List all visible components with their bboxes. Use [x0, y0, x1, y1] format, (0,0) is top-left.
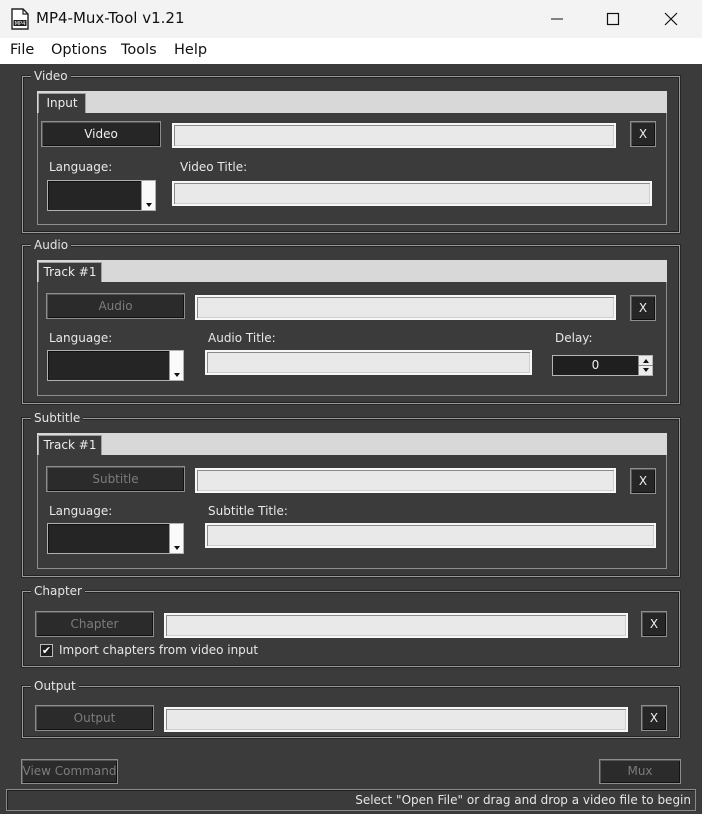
- menu-options[interactable]: Options: [51, 42, 107, 58]
- subtitle-tab-strip: Track #1: [37, 433, 667, 455]
- video-title-field[interactable]: [172, 181, 652, 206]
- subtitle-clear-button[interactable]: X: [630, 468, 656, 494]
- audio-delay-label: Delay:: [555, 331, 593, 345]
- audio-button[interactable]: Audio: [46, 293, 185, 319]
- title-bar: MP4 MP4-Mux-Tool v1.21: [0, 0, 702, 38]
- audio-group: Audio Track #1 Audio X Language: Audio T…: [22, 237, 680, 404]
- mp4-file-icon: MP4: [11, 8, 29, 30]
- tab-input[interactable]: Input: [38, 93, 86, 113]
- audio-group-label: Audio: [31, 237, 72, 253]
- chevron-down-icon: [169, 351, 183, 380]
- svg-text:MP4: MP4: [15, 21, 26, 27]
- audio-language-label: Language:: [49, 331, 113, 345]
- output-group-label: Output: [31, 678, 79, 694]
- subtitle-path-field[interactable]: [195, 468, 616, 493]
- audio-delay-stepper[interactable]: 0: [552, 355, 653, 376]
- main-window-body: Video Input Video X Language: Video Titl…: [0, 64, 702, 814]
- maximize-icon: [606, 12, 620, 26]
- video-language-label: Language:: [49, 160, 113, 174]
- subtitle-button[interactable]: Subtitle: [46, 466, 185, 492]
- maximize-button[interactable]: [590, 0, 636, 38]
- video-button[interactable]: Video: [41, 121, 161, 147]
- view-command-button[interactable]: View Command: [21, 759, 118, 784]
- close-icon: [664, 12, 678, 26]
- mux-button[interactable]: Mux: [599, 759, 681, 784]
- chapter-group: Chapter Chapter X ✔ Import chapters from…: [22, 583, 680, 667]
- menu-help[interactable]: Help: [174, 42, 207, 58]
- subtitle-group-label: Subtitle: [31, 410, 84, 426]
- video-tab-strip: Input: [37, 91, 667, 113]
- menu-file[interactable]: File: [10, 42, 34, 58]
- chevron-down-icon: [169, 524, 183, 553]
- window-title: MP4-Mux-Tool v1.21: [36, 9, 185, 27]
- chapter-group-label: Chapter: [31, 583, 85, 599]
- chapter-clear-button[interactable]: X: [641, 611, 667, 637]
- output-path-field[interactable]: [164, 707, 628, 732]
- subtitle-language-label: Language:: [49, 504, 113, 518]
- output-button[interactable]: Output: [35, 705, 154, 731]
- video-title-label: Video Title:: [180, 160, 248, 174]
- close-window-button[interactable]: [648, 0, 694, 38]
- subtitle-title-label: Subtitle Title:: [208, 504, 288, 518]
- audio-title-label: Audio Title:: [208, 331, 276, 345]
- chapter-path-field[interactable]: [164, 613, 628, 638]
- audio-path-field[interactable]: [195, 295, 616, 320]
- import-chapters-checkbox[interactable]: ✔: [40, 644, 53, 657]
- spin-arrows-icon[interactable]: [638, 356, 653, 375]
- status-bar: Select "Open File" or drag and drop a vi…: [6, 789, 696, 811]
- video-group-label: Video: [31, 68, 71, 84]
- subtitle-group: Subtitle Track #1 Subtitle X Language: S…: [22, 410, 680, 577]
- video-clear-button[interactable]: X: [630, 121, 656, 147]
- audio-title-field[interactable]: [205, 350, 532, 375]
- minimize-icon: [551, 18, 563, 20]
- output-clear-button[interactable]: X: [641, 705, 667, 731]
- video-path-field[interactable]: [172, 123, 616, 148]
- chevron-down-icon: [141, 181, 155, 210]
- subtitle-language-select[interactable]: [47, 523, 184, 554]
- audio-tab-strip: Track #1: [37, 260, 667, 282]
- output-group: Output Output X: [22, 678, 680, 738]
- video-group: Video Input Video X Language: Video Titl…: [22, 68, 680, 233]
- video-language-select[interactable]: [47, 180, 156, 211]
- menu-bar: File Options Tools Help: [0, 38, 702, 64]
- tab-audio-track-1[interactable]: Track #1: [38, 262, 102, 282]
- audio-delay-value: 0: [591, 358, 600, 372]
- menu-tools[interactable]: Tools: [121, 42, 157, 58]
- chapter-button[interactable]: Chapter: [35, 611, 154, 637]
- tab-subtitle-track-1[interactable]: Track #1: [38, 435, 102, 455]
- import-chapters-label[interactable]: Import chapters from video input: [59, 643, 258, 657]
- subtitle-title-field[interactable]: [205, 523, 656, 548]
- audio-clear-button[interactable]: X: [630, 295, 656, 321]
- audio-language-select[interactable]: [47, 350, 184, 381]
- minimize-button[interactable]: [534, 0, 580, 38]
